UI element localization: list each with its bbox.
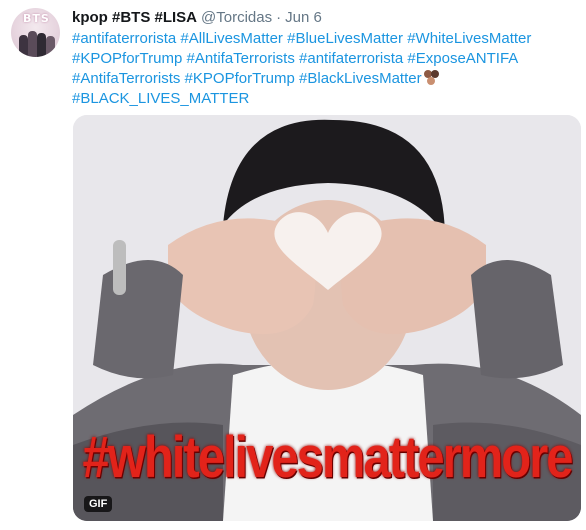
avatar-figure xyxy=(46,36,55,57)
hashtag-link[interactable]: #ExposeANTIFA xyxy=(407,50,518,67)
avatar-figure xyxy=(28,31,37,57)
hashtag-link[interactable]: #BlueLivesMatter xyxy=(287,30,403,47)
hashtag-link[interactable]: #antifaterrorista xyxy=(72,30,176,47)
avatar[interactable]: BTS xyxy=(11,8,60,57)
hashtag-link[interactable]: #KPOPforTrump xyxy=(72,50,182,67)
tweet-text-line: #AntifaTerrorists #KPOPforTrump #BlackLi… xyxy=(72,69,552,89)
hashtag-link[interactable]: #WhiteLivesMatter xyxy=(407,30,531,47)
hashtag-link[interactable]: #antifaterrorista xyxy=(299,50,403,67)
tweet-text: #antifaterrorista #AllLivesMatter #BlueL… xyxy=(72,29,552,109)
tweet[interactable]: BTS kpop #BTS #LISA @Torcidas · Jun 6 #anti… xyxy=(0,0,586,530)
handshake-icon xyxy=(423,69,440,86)
avatar-figure xyxy=(19,35,28,57)
handle[interactable]: @Torcidas xyxy=(201,9,272,26)
avatar-figure xyxy=(37,33,46,57)
tweet-date[interactable]: Jun 6 xyxy=(285,9,322,26)
hashtag-link[interactable]: #BlackLivesMatter xyxy=(299,70,422,87)
separator-dot: · xyxy=(276,9,282,26)
gif-badge: GIF xyxy=(84,496,113,512)
display-name[interactable]: kpop #BTS #LISA xyxy=(72,9,197,26)
avatar-text: BTS xyxy=(23,12,50,25)
hashtag-link[interactable]: #AntifaTerrorists xyxy=(186,50,294,67)
tweet-text-line: #KPOPforTrump #AntifaTerrorists #antifat… xyxy=(72,49,552,69)
hashtag-link[interactable]: #AntifaTerrorists xyxy=(72,70,180,87)
tweet-text-line: #BLACK_LIVES_MATTER xyxy=(72,89,552,109)
tweet-header: kpop #BTS #LISA @Torcidas · Jun 6 xyxy=(72,9,322,29)
hashtag-link[interactable]: #BLACK_LIVES_MATTER xyxy=(72,90,249,107)
hashtag-link[interactable]: #AllLivesMatter xyxy=(180,30,283,47)
hashtag-link[interactable]: #KPOPforTrump xyxy=(185,70,295,87)
gif-media[interactable]: #whitelivesmattermore GIF xyxy=(73,115,581,521)
tweet-text-line: #antifaterrorista #AllLivesMatter #BlueL… xyxy=(72,29,552,49)
gif-caption: #whitelivesmattermore xyxy=(82,425,573,491)
